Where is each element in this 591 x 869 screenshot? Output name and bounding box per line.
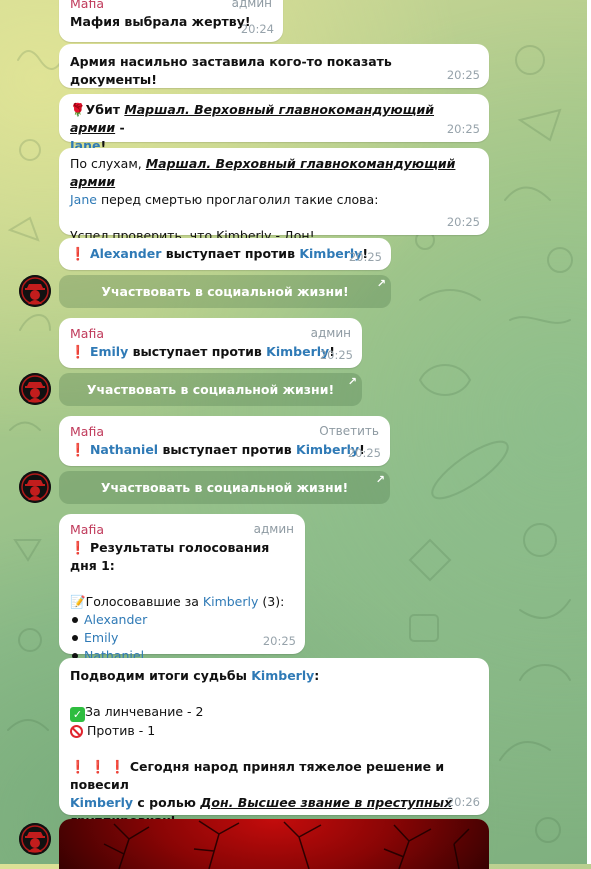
- button-label: Участвовать в социальной жизни!: [86, 382, 335, 397]
- exclamation-icon: ❗: [70, 246, 86, 261]
- player-link[interactable]: Emily: [84, 630, 118, 645]
- prohibited-icon: [70, 725, 83, 738]
- exclamation-icon: ❗: [70, 759, 86, 774]
- results-title: ❗ Результаты голосования дня 1:: [70, 539, 294, 575]
- player-link[interactable]: Kimberly: [203, 594, 258, 609]
- social-life-button[interactable]: Участвовать в социальной жизни! ↗: [59, 275, 391, 308]
- message-time: 20:25: [319, 348, 353, 362]
- verdict-title-prefix: Подводим итоги судьбы: [70, 668, 252, 683]
- external-link-icon: ↗: [375, 473, 385, 486]
- mafia-avatar-icon: [19, 823, 51, 855]
- vote-yes-line: ✓ За линчевание - 2: [70, 703, 478, 722]
- admin-tag: админ: [310, 326, 351, 340]
- player-link[interactable]: Alexander: [90, 246, 161, 261]
- verb-text: выступает против: [158, 442, 297, 457]
- message-time: 20:25: [446, 215, 480, 229]
- exclamation-icon: ❗: [70, 344, 86, 359]
- results-title-text: Результаты голосования дня 1:: [70, 540, 270, 573]
- player-link[interactable]: Kimberly: [70, 795, 133, 810]
- sender-avatar[interactable]: [19, 275, 51, 307]
- message-bubble: Mafia Ответить ❗ Nathaniel выступает про…: [59, 416, 390, 466]
- mafia-avatar-icon: [19, 373, 51, 405]
- message-rest: перед смертью проглаголил такие слова:: [96, 192, 379, 207]
- message-prefix: По слухам,: [70, 156, 146, 171]
- message-prefix: Убит: [85, 102, 125, 117]
- verdict-title: Подводим итоги судьбы Kimberly:: [70, 667, 478, 685]
- social-life-button[interactable]: Участвовать в социальной жизни! ↗: [59, 471, 390, 504]
- media-image[interactable]: [59, 819, 489, 869]
- message-bubble: Mafia админ Мафия выбрала жертву! 20:24: [59, 0, 283, 42]
- external-link-icon: ↗: [376, 277, 386, 290]
- button-label: Участвовать в социальной жизни!: [101, 284, 349, 299]
- message-bubble: 🌹Убит Маршал. Верховный главнокомандующи…: [59, 94, 489, 153]
- message-bubble: Mafia админ ❗ Emily выступает против Kim…: [59, 318, 362, 368]
- exclamation-icon: ❗: [70, 540, 86, 555]
- message-text: ❗ Emily выступает против Kimberly!: [70, 343, 351, 361]
- message-time: 20:25: [347, 446, 381, 460]
- exclamation-icon: ❗: [70, 442, 86, 457]
- message-text: 🌹Убит Маршал. Верховный главнокомандующи…: [70, 101, 478, 155]
- sender-avatar[interactable]: [19, 823, 51, 855]
- message-time: 20:25: [446, 68, 480, 82]
- sender-avatar[interactable]: [19, 373, 51, 405]
- social-life-button[interactable]: Участвовать в социальной жизни! ↗: [59, 373, 362, 406]
- memo-icon: 📝: [70, 594, 86, 609]
- vote-no-line: Против - 1: [70, 722, 478, 740]
- player-link[interactable]: Jane: [70, 192, 97, 207]
- rose-icon: 🌹: [70, 102, 86, 117]
- player-link[interactable]: Emily: [90, 344, 128, 359]
- admin-tag: админ: [231, 0, 272, 10]
- verb-text: выступает против: [161, 246, 300, 261]
- external-link-icon: ↗: [347, 375, 357, 388]
- message-time: 20:24: [240, 22, 274, 36]
- message-time: 20:26: [446, 795, 480, 809]
- sender-avatar[interactable]: [19, 471, 51, 503]
- vote-yes-text: За линчевание - 2: [85, 704, 204, 719]
- votes-count: (3):: [258, 594, 285, 609]
- verdict-bubble: Подводим итоги судьбы Kimberly: ✓ За линч…: [59, 658, 489, 828]
- window-edge: [587, 0, 591, 864]
- verdict-sentence: Сегодня народ принял тяжелое решение и п…: [70, 759, 445, 792]
- message-bubble: По слухам, Маршал. Верховный главнокоман…: [59, 148, 489, 243]
- player-link[interactable]: Kimberly: [251, 668, 314, 683]
- exclamation-icon: ❗: [109, 759, 126, 774]
- separator: -: [115, 120, 125, 135]
- verdict-title-end: :: [314, 668, 320, 683]
- sender-name[interactable]: Mafia: [70, 325, 351, 343]
- vote-results-bubble: Mafia админ ❗ Результаты голосования дня…: [59, 514, 305, 663]
- message-text: Армия насильно заставила кого-то показат…: [70, 54, 392, 87]
- player-link[interactable]: Nathaniel: [90, 442, 158, 457]
- message-text: По слухам, Маршал. Верховный главнокоман…: [70, 155, 478, 209]
- button-label: Участвовать в социальной жизни!: [100, 480, 349, 495]
- bullet-icon: [72, 634, 78, 641]
- verdict-mid: с ролью: [133, 795, 201, 810]
- red-night-image: [103, 820, 470, 869]
- vote-no-text: Против - 1: [86, 723, 156, 738]
- voter-item: Emily: [70, 629, 294, 647]
- message-time: 20:25: [262, 634, 296, 648]
- voter-item: Alexander: [70, 611, 294, 629]
- message-text: ❗ Nathaniel выступает против Kimberly!: [70, 441, 379, 459]
- mafia-avatar-icon: [19, 275, 51, 307]
- mafia-avatar-icon: [19, 471, 51, 503]
- message-bubble: Армия насильно заставила кого-то показат…: [59, 44, 489, 88]
- check-mark-icon: ✓: [70, 707, 85, 722]
- votes-line: 📝Голосовавшие за Kimberly (3):: [70, 593, 294, 611]
- message-text: ❗ Alexander выступает против Kimberly!: [70, 245, 380, 263]
- reply-action[interactable]: Ответить: [319, 422, 379, 440]
- player-link[interactable]: Alexander: [84, 612, 147, 627]
- message-time: 20:25: [348, 250, 382, 264]
- message-bubble: ❗ Alexander выступает против Kimberly! 2…: [59, 238, 391, 270]
- verb-text: выступает против: [128, 344, 267, 359]
- admin-tag: админ: [253, 522, 294, 536]
- message-time: 20:25: [446, 122, 480, 136]
- exclamation-icon: ❗: [89, 759, 106, 774]
- votes-prefix: Голосовавшие за: [85, 594, 203, 609]
- bullet-icon: [72, 616, 78, 623]
